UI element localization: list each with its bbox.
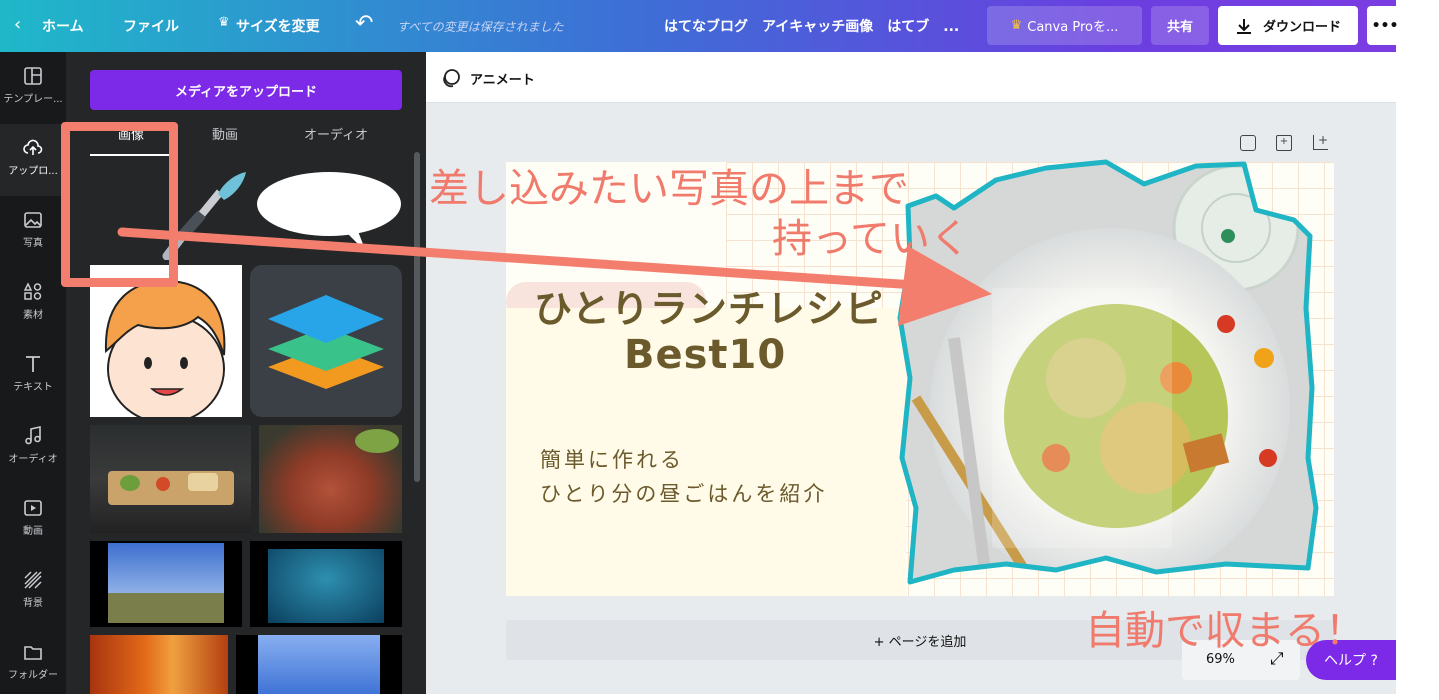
annotation-drag-line2: 持っていく	[772, 216, 970, 262]
annotation-auto-fit: 自動で収まる！	[1085, 608, 1365, 654]
drag-arrow	[117, 227, 992, 326]
